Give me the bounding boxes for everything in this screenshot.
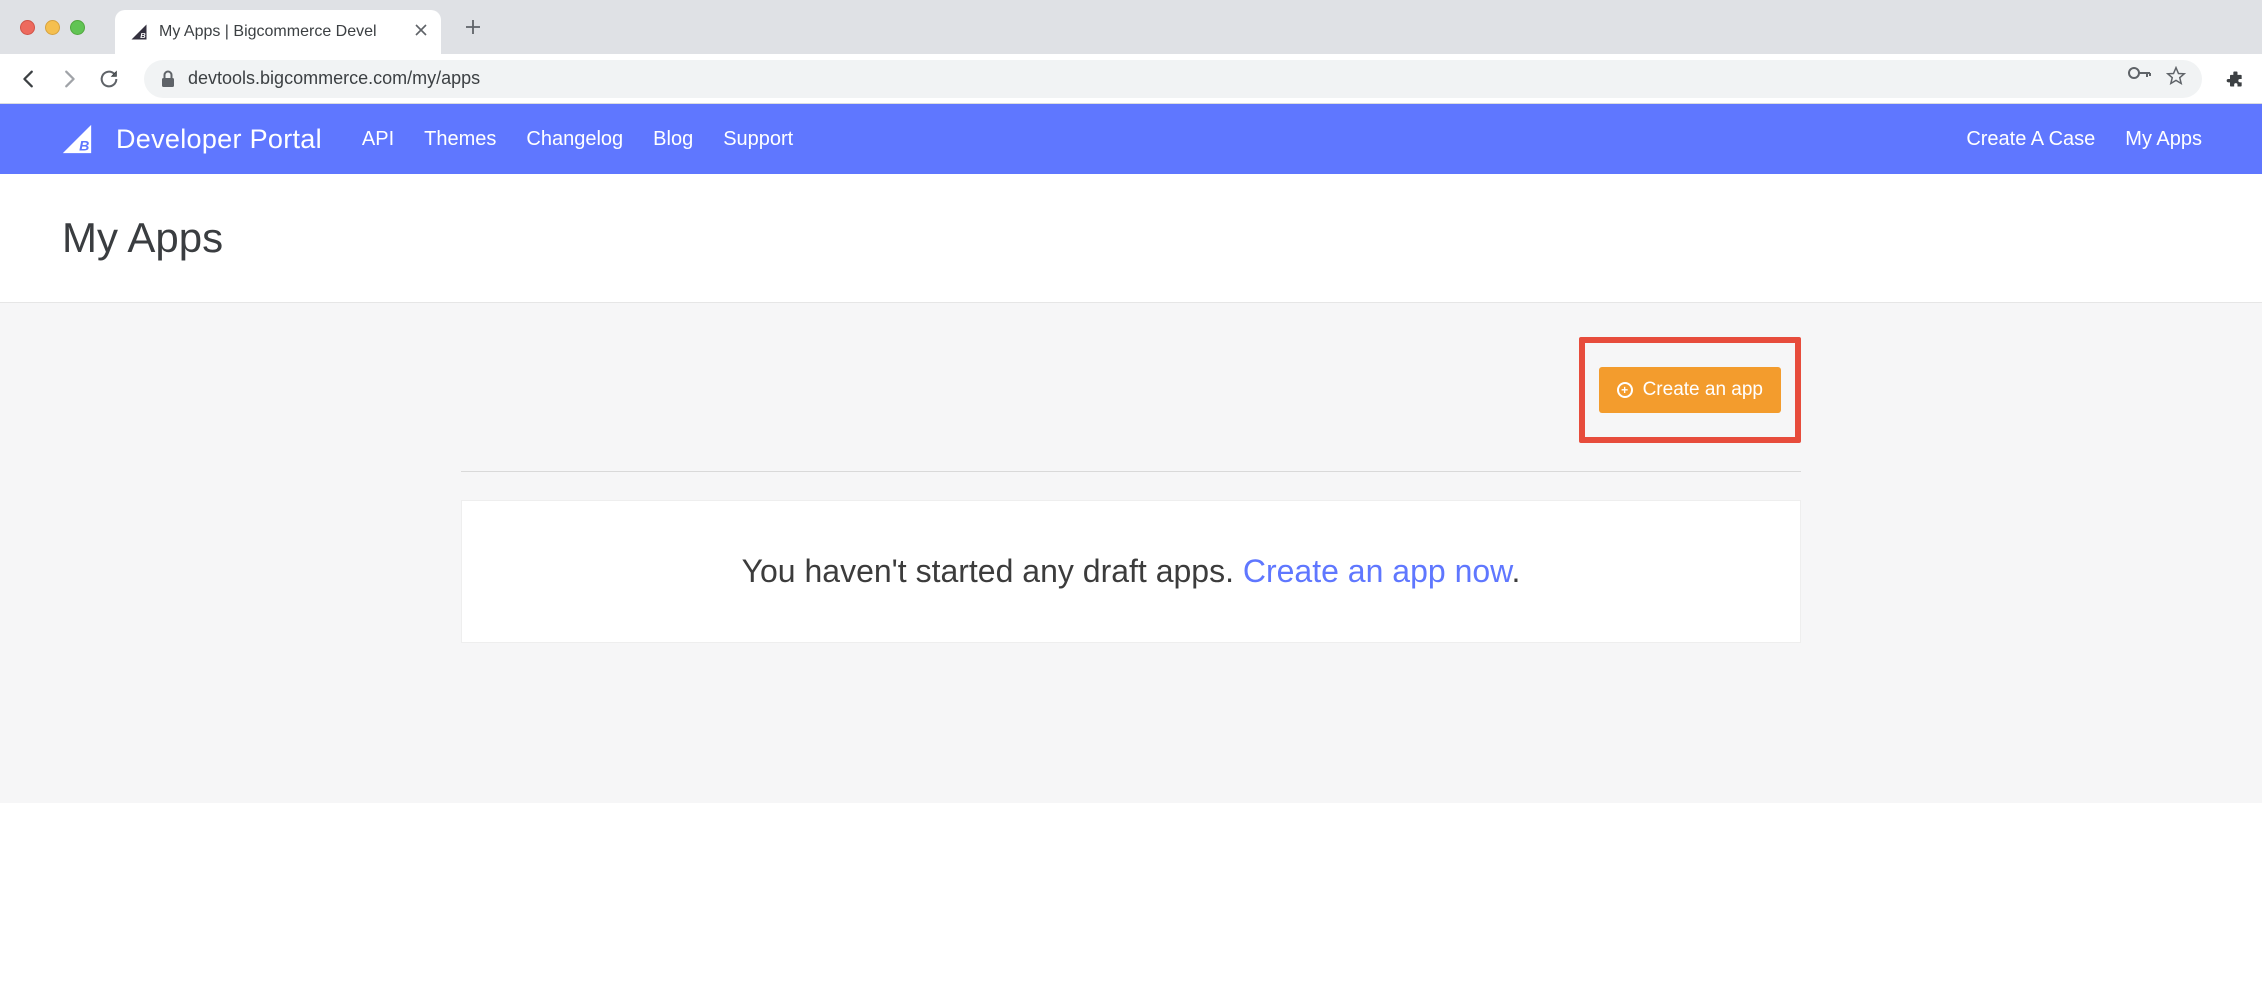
nav-link-api[interactable]: API [362,128,394,151]
extensions-button[interactable] [2222,66,2248,92]
content-area: + Create an app You haven't started any … [0,303,2262,803]
tab-title: My Apps | Bigcommerce Devel [159,23,405,41]
create-app-link[interactable]: Create an app now [1243,553,1512,589]
main-nav: B Developer Portal API Themes Changelog … [0,104,2262,174]
tab-favicon-icon: B [129,22,149,42]
svg-text:B: B [79,138,89,154]
brand-logo-icon: B [60,122,94,156]
svg-text:B: B [140,31,146,40]
forward-button[interactable] [54,64,84,94]
plus-circle-icon: + [1617,382,1633,398]
reload-button[interactable] [94,64,124,94]
empty-period: . [1512,553,1521,589]
back-button[interactable] [14,64,44,94]
nav-link-create-case[interactable]: Create A Case [1966,128,2095,151]
empty-text: You haven't started any draft apps. [742,553,1243,589]
nav-link-themes[interactable]: Themes [424,128,496,151]
divider [461,471,1801,472]
window-maximize-button[interactable] [70,20,85,35]
nav-links-left: API Themes Changelog Blog Support [362,128,793,151]
empty-state-card: You haven't started any draft apps. Crea… [461,500,1801,643]
brand[interactable]: B Developer Portal [60,122,322,156]
nav-link-blog[interactable]: Blog [653,128,693,151]
window-controls [20,20,85,35]
page-title: My Apps [62,214,2200,262]
window-close-button[interactable] [20,20,35,35]
create-app-button-label: Create an app [1643,379,1763,401]
tab-close-button[interactable] [415,23,427,41]
create-app-button[interactable]: + Create an app [1599,367,1781,413]
browser-toolbar: devtools.bigcommerce.com/my/apps [0,54,2262,104]
key-icon[interactable] [2128,66,2152,91]
tab-bar: B My Apps | Bigcommerce Devel [0,0,2262,54]
action-bar: + Create an app [461,333,1801,463]
browser-chrome: B My Apps | Bigcommerce Devel devtools.b… [0,0,2262,104]
nav-link-changelog[interactable]: Changelog [526,128,623,151]
highlight-annotation: + Create an app [1579,337,1801,443]
browser-tab[interactable]: B My Apps | Bigcommerce Devel [115,10,441,54]
lock-icon [160,70,176,88]
url-text: devtools.bigcommerce.com/my/apps [188,68,480,89]
nav-links-right: Create A Case My Apps [1966,128,2202,151]
new-tab-button[interactable] [459,13,487,41]
brand-text: Developer Portal [116,124,322,155]
page-header: My Apps [0,174,2262,303]
nav-link-my-apps[interactable]: My Apps [2125,128,2202,151]
address-bar[interactable]: devtools.bigcommerce.com/my/apps [144,60,2202,98]
address-bar-actions [2128,66,2186,91]
empty-message: You haven't started any draft apps. Crea… [492,553,1770,590]
window-minimize-button[interactable] [45,20,60,35]
star-icon[interactable] [2166,66,2186,91]
nav-link-support[interactable]: Support [723,128,793,151]
